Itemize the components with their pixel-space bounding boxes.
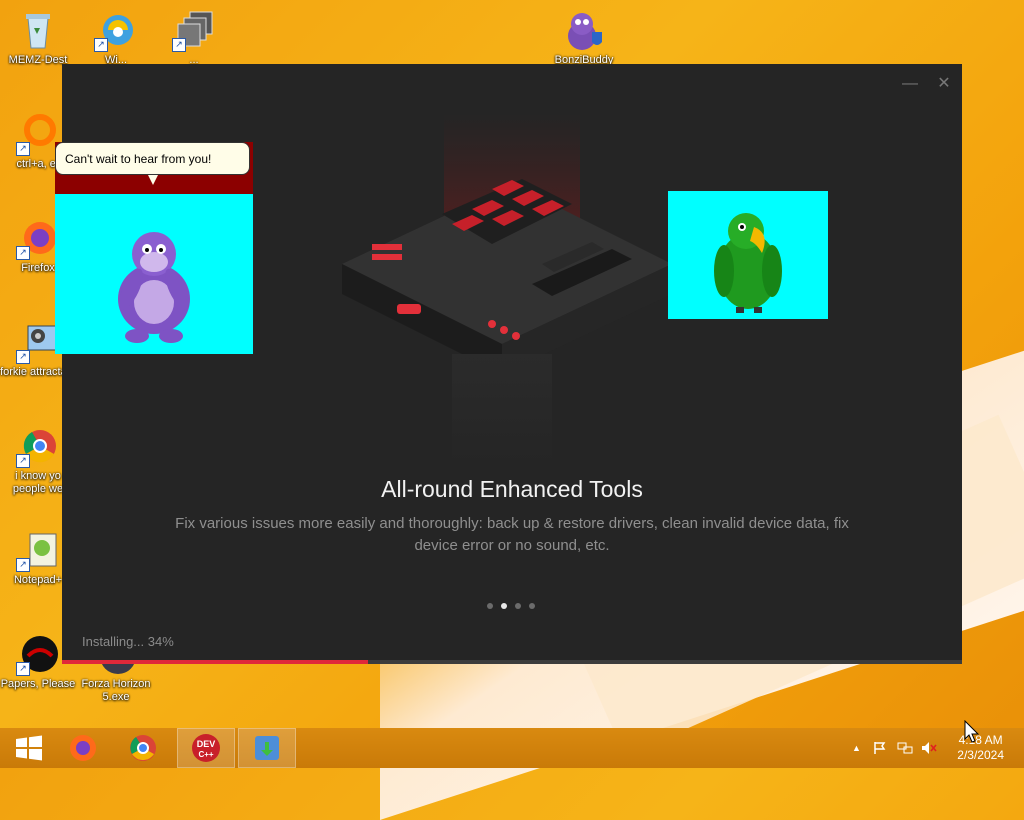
iobit-icon (255, 736, 279, 760)
system-tray: ▲ (852, 728, 937, 768)
desktop-icon-label: Forza Horizon 5.exe (81, 678, 151, 703)
desktop-icon-browser[interactable]: ↗ Wi... (78, 8, 154, 67)
action-center-flag-icon[interactable] (873, 741, 887, 755)
desktop-icon-windows[interactable]: ↗ ... (156, 8, 232, 67)
bonzi-window[interactable]: Can't wait to hear from you! (55, 142, 253, 354)
bonzi-gorilla-icon (118, 232, 190, 343)
chrome-icon: ↗ (16, 424, 60, 468)
slide-indicator (487, 603, 535, 609)
start-icon (16, 735, 42, 761)
desktop-icon-recycle-bin[interactable]: MEMZ-Dest (0, 8, 76, 67)
desktop-icon-label: Firefox (21, 262, 55, 274)
recycle-bin-icon (16, 8, 60, 52)
bonzi-character[interactable] (55, 194, 253, 354)
slide-dot[interactable] (487, 603, 493, 609)
orange-ring-icon: ↗ (16, 112, 60, 156)
toolbox-illustration (342, 114, 672, 464)
notepad-plus-icon: ↗ (16, 528, 60, 572)
network-icon[interactable] (897, 741, 913, 755)
taskbar-firefox[interactable] (54, 728, 112, 768)
desktop-icon-label: MEMZ-Dest (8, 54, 68, 66)
progress-bar (62, 660, 962, 664)
show-hidden-icons-icon[interactable]: ▲ (852, 743, 861, 753)
slide-dot[interactable] (515, 603, 521, 609)
settings-monitor-icon: ↗ (16, 320, 60, 364)
desktop-icon-bonzi[interactable]: BonziBuddy (546, 8, 622, 67)
chrome-icon (130, 735, 156, 761)
desktop-icon-label: Notepad+ (13, 574, 62, 586)
taskbar-iobit[interactable] (238, 728, 296, 768)
browser-icon: ↗ (94, 8, 138, 52)
svg-text:DEV: DEV (197, 739, 216, 749)
svg-text:C++: C++ (198, 750, 213, 759)
start-button[interactable] (0, 728, 58, 768)
stacked-windows-icon: ↗ (172, 8, 216, 52)
parrot-icon (714, 213, 782, 313)
slide-title: All-round Enhanced Tools (381, 476, 643, 502)
devcpp-icon: DEVC++ (192, 734, 220, 762)
minimize-button[interactable]: — (898, 74, 922, 94)
desktop-icon-label: Papers, Please (0, 678, 76, 690)
firefox-icon: ↗ (16, 216, 60, 260)
papers-please-icon: ↗ (16, 632, 60, 676)
taskbar: DEV C++ ▲ 4:18 AM 2/3/2024 (0, 728, 1024, 768)
speech-bubble-tail (148, 175, 158, 185)
speech-bubble: Can't wait to hear from you! (55, 142, 250, 175)
progress-fill (62, 660, 368, 664)
desktop-icon-label: ctrl+a, er (16, 158, 60, 170)
bonzi-icon (562, 8, 606, 52)
parrot-character[interactable] (668, 191, 828, 319)
slide-dot[interactable] (529, 603, 535, 609)
clock-date: 2/3/2024 (957, 748, 1004, 762)
close-button[interactable]: ✕ (932, 74, 956, 94)
install-status: Installing... 34% (82, 634, 174, 649)
desktop-icon-label: i know yo people we (12, 470, 64, 495)
taskbar-chrome[interactable] (114, 728, 172, 768)
slide-dot-active[interactable] (501, 603, 507, 609)
mouse-cursor-icon (964, 720, 980, 743)
taskbar-devcpp[interactable]: DEV C++ (177, 728, 235, 768)
slide-description: Fix various issues more easily and thoro… (175, 515, 849, 554)
volume-muted-icon[interactable] (921, 741, 937, 755)
firefox-icon (70, 735, 96, 761)
